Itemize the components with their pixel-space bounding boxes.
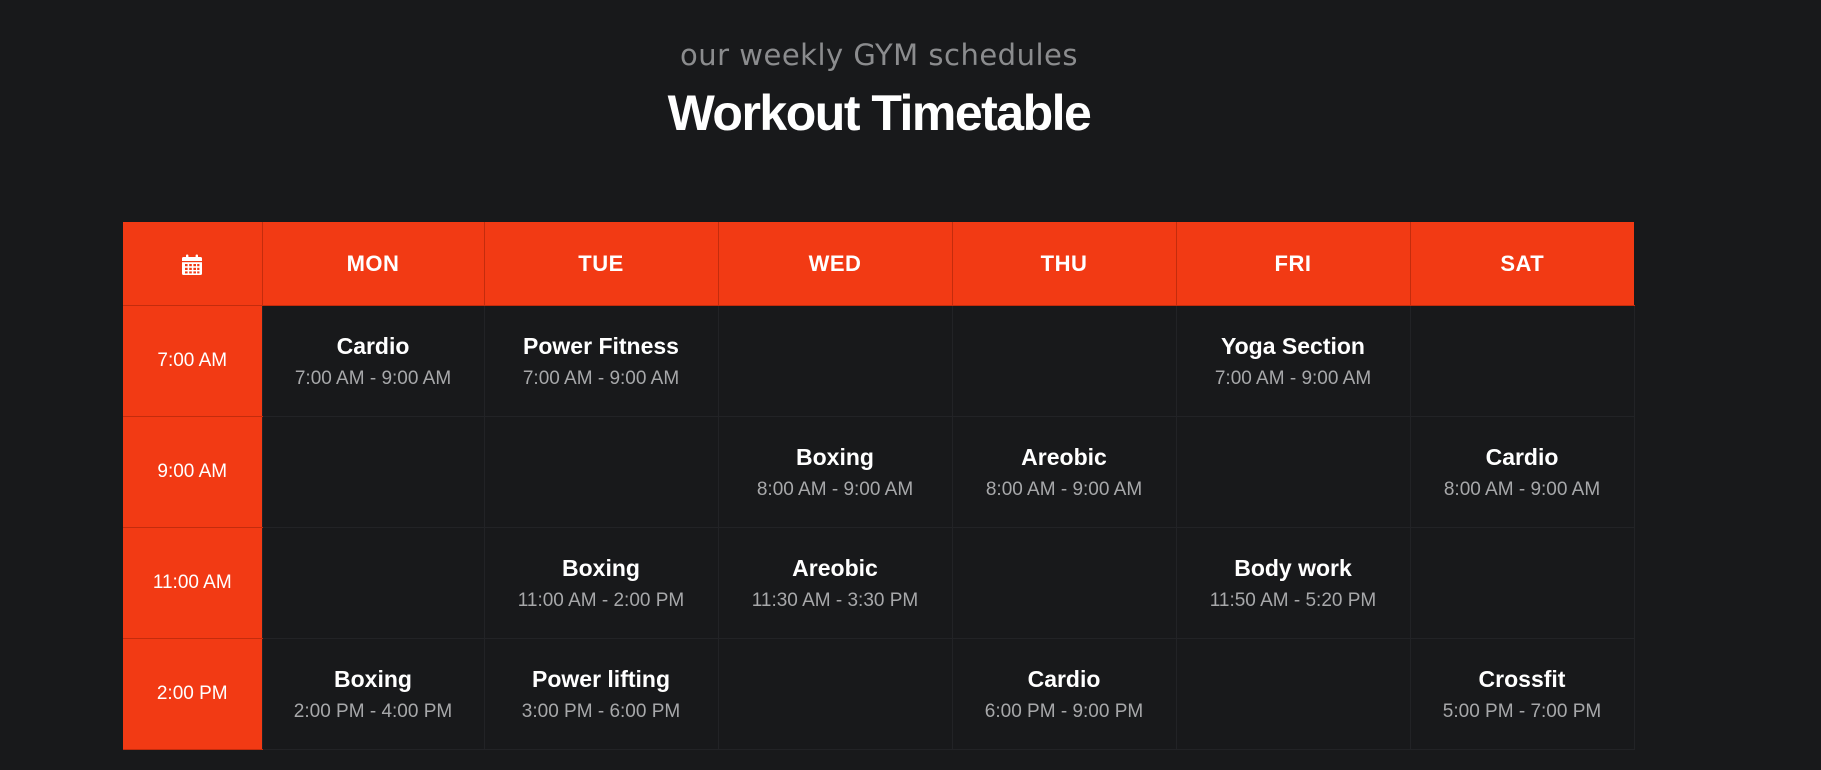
class-cell: Body work 11:50 AM - 5:20 PM [1175,527,1411,639]
class-time: 5:00 PM - 7:00 PM [1442,700,1602,722]
class-time: 11:50 AM - 5:20 PM [1209,589,1377,611]
time-slot-label: 9:00 AM [123,416,262,528]
page-subtitle: our weekly GYM schedules [680,38,1078,72]
timetable-row: 9:00 AM Boxing 8:00 AM - 9:00 AM Areobic 8… [123,416,1635,528]
class-cell [951,305,1177,417]
class-time: 7:00 AM - 9:00 AM [522,367,680,389]
class-time: 8:00 AM - 9:00 AM [756,478,914,500]
class-cell [951,527,1177,639]
class-cell: Cardio 7:00 AM - 9:00 AM [261,305,485,417]
class-time: 6:00 PM - 9:00 PM [984,700,1144,722]
class-time: 3:00 PM - 6:00 PM [521,700,681,722]
class-name: Boxing [796,443,874,470]
class-cell: Crossfit 5:00 PM - 7:00 PM [1409,638,1635,750]
day-header-sat: SAT [1409,222,1634,306]
class-name: Power Fitness [523,332,679,359]
class-name: Areobic [1021,443,1107,470]
class-name: Cardio [1027,665,1101,692]
class-cell [1175,638,1411,750]
class-name: Power lifting [532,665,670,692]
class-cell: Power lifting 3:00 PM - 6:00 PM [483,638,719,750]
class-name: Cardio [1485,443,1559,470]
timetable-row: 11:00 AM Boxing 11:00 AM - 2:00 PM Areobi… [123,527,1635,639]
class-cell: Areobic 11:30 AM - 3:30 PM [717,527,953,639]
calendar-header-cell [123,222,262,306]
class-cell: Cardio 6:00 PM - 9:00 PM [951,638,1177,750]
calendar-icon [182,254,203,275]
class-cell: Yoga Section 7:00 AM - 9:00 AM [1175,305,1411,417]
class-cell [261,416,485,528]
timetable-row: 2:00 PM Boxing 2:00 PM - 4:00 PM Power li… [123,638,1635,750]
class-name: Body work [1234,554,1352,581]
class-time: 8:00 AM - 9:00 AM [1443,478,1601,500]
class-cell: Power Fitness 7:00 AM - 9:00 AM [483,305,719,417]
class-cell [1175,416,1411,528]
class-time: 11:30 AM - 3:30 PM [751,589,919,611]
day-header-fri: FRI [1175,222,1410,306]
class-cell: Boxing 2:00 PM - 4:00 PM [261,638,485,750]
class-time: 8:00 AM - 9:00 AM [985,478,1143,500]
class-name: Boxing [562,554,640,581]
class-name: Cardio [336,332,410,359]
class-time: 2:00 PM - 4:00 PM [293,700,453,722]
page: our weekly GYM schedules Workout Timetab… [0,0,1821,770]
class-cell [717,638,953,750]
class-cell: Boxing 8:00 AM - 9:00 AM [717,416,953,528]
timetable: MON TUE WED THU FRI SAT 7:00 AM Cardio 7:… [123,222,1635,750]
class-name: Areobic [792,554,878,581]
class-name: Yoga Section [1221,332,1365,359]
header-row: MON TUE WED THU FRI SAT [123,222,1634,306]
class-name: Boxing [334,665,412,692]
class-cell [717,305,953,417]
day-header-thu: THU [951,222,1176,306]
class-time: 11:00 AM - 2:00 PM [517,589,685,611]
timetable-row: 7:00 AM Cardio 7:00 AM - 9:00 AM Power Fi… [123,305,1635,417]
class-cell [1409,527,1635,639]
class-cell: Cardio 8:00 AM - 9:00 AM [1409,416,1635,528]
day-header-tue: TUE [483,222,718,306]
class-time: 7:00 AM - 9:00 AM [1214,367,1372,389]
class-name: Crossfit [1478,665,1566,692]
class-time: 7:00 AM - 9:00 AM [294,367,452,389]
class-cell [1409,305,1635,417]
day-header-wed: WED [717,222,952,306]
time-slot-label: 11:00 AM [123,527,262,639]
page-title: Workout Timetable [667,85,1092,141]
class-cell: Boxing 11:00 AM - 2:00 PM [483,527,719,639]
class-cell [483,416,719,528]
class-cell [261,527,485,639]
time-slot-label: 2:00 PM [123,638,262,750]
time-slot-label: 7:00 AM [123,305,262,417]
day-header-mon: MON [261,222,484,306]
class-cell: Areobic 8:00 AM - 9:00 AM [951,416,1177,528]
